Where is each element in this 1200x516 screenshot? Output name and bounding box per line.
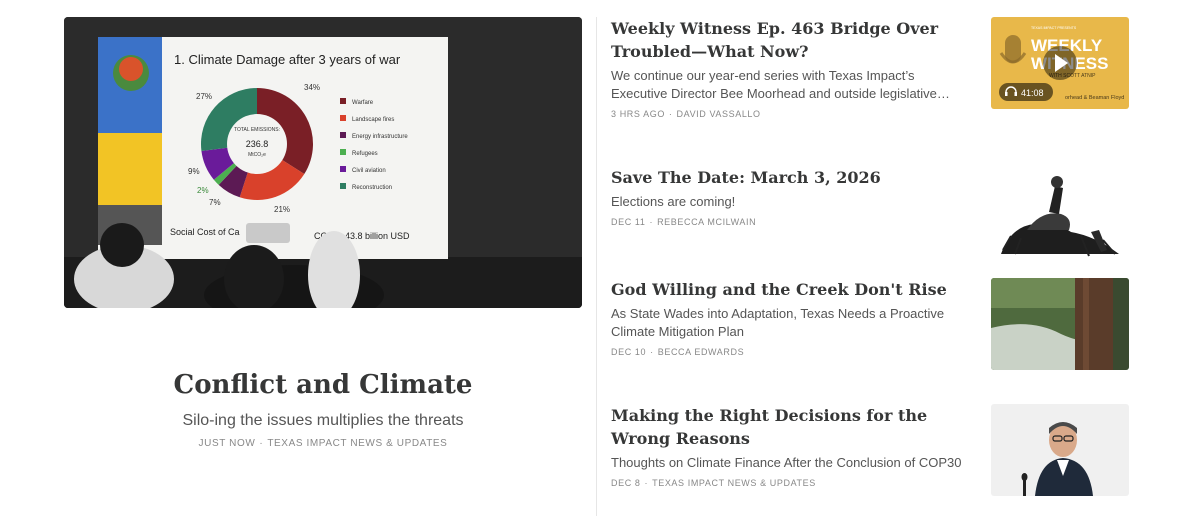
featured-post[interactable]: 1. Climate Damage after 3 years of war T…	[64, 17, 582, 449]
post-title[interactable]: Save The Date: March 3, 2026	[611, 166, 973, 189]
slide-footer: Social Cost of Ca	[170, 227, 240, 237]
pct-refugees: 2%	[197, 186, 209, 195]
meta-separator: ·	[259, 438, 264, 449]
legend-aviation: Civil aviation	[352, 168, 386, 174]
headphones-icon-left	[1005, 92, 1008, 96]
post-subtitle: As State Wades into Adaptation, Texas Ne…	[611, 306, 945, 339]
rider-head	[1051, 176, 1063, 188]
post-item[interactable]: Save The Date: March 3, 2026 Elections a…	[611, 166, 1129, 266]
legend-swatch-reconstruction	[340, 183, 346, 189]
donut-center-unit: MtCO₂e	[248, 152, 266, 158]
post-text: God Willing and the Creek Don't Rise As …	[611, 278, 973, 357]
post-meta: DEC 8 · TEXAS IMPACT NEWS & UPDATES	[611, 478, 973, 488]
post-meta: DEC 10 · BECCA EDWARDS	[611, 347, 973, 357]
legend-swatch-warfare	[340, 98, 346, 104]
pct-reconstruction: 27%	[196, 92, 212, 101]
tree-trunk	[1075, 278, 1113, 370]
post-subtitle: Elections are coming!	[611, 194, 736, 209]
post-item[interactable]: Weekly Witness Ep. 463 Bridge Over Troub…	[611, 17, 1129, 119]
right-foliage	[1113, 278, 1129, 370]
pct-fires: 21%	[274, 205, 290, 214]
tree-bark-highlight	[1083, 278, 1089, 370]
thumb-small-text: TEXAS IMPACT PRESENTS	[1031, 26, 1077, 30]
portrait-thumbnail[interactable]	[991, 404, 1129, 496]
featured-author[interactable]: TEXAS IMPACT NEWS & UPDATES	[267, 438, 447, 449]
meta-separator: ·	[644, 478, 649, 488]
legend-fires: Landscape fires	[352, 117, 394, 123]
featured-text: Conflict and Climate Silo-ing the issues…	[64, 368, 582, 449]
post-author[interactable]: TEXAS IMPACT NEWS & UPDATES	[652, 478, 816, 488]
thumb-bottom: orhead & Beaman Floyd	[1065, 95, 1124, 101]
meta-separator: ·	[650, 347, 654, 357]
post-author[interactable]: BECCA EDWARDS	[658, 347, 744, 357]
legend-swatch-fires	[340, 115, 346, 121]
featured-title[interactable]: Conflict and Climate	[64, 368, 582, 402]
post-item[interactable]: God Willing and the Creek Don't Rise As …	[611, 278, 1129, 378]
post-date: DEC 11	[611, 217, 646, 227]
featured-subtitle: Silo-ing the issues multiplies the threa…	[182, 412, 464, 429]
audience-hair-left	[100, 223, 144, 267]
legend-swatch-refugees	[340, 149, 346, 155]
featured-date: JUST NOW	[198, 438, 256, 449]
creek-thumbnail[interactable]	[991, 278, 1129, 370]
post-date: 3 HRS AGO	[611, 109, 665, 119]
engraving-thumbnail[interactable]	[991, 166, 1129, 258]
post-author[interactable]: DAVID VASSALLO	[677, 109, 761, 119]
column-divider	[596, 17, 597, 516]
featured-image[interactable]: 1. Climate Damage after 3 years of war T…	[64, 17, 582, 308]
post-text: Save The Date: March 3, 2026 Elections a…	[611, 166, 973, 227]
featured-meta: JUST NOW · TEXAS IMPACT NEWS & UPDATES	[64, 438, 582, 449]
post-title[interactable]: God Willing and the Creek Don't Rise	[611, 278, 973, 301]
legend-reconstruction: Reconstruction	[352, 185, 392, 191]
slide-logo-mark	[119, 57, 143, 81]
headphones-icon-right	[1014, 92, 1017, 96]
post-title[interactable]: Weekly Witness Ep. 463 Bridge Over Troub…	[611, 17, 973, 63]
pct-energy: 7%	[209, 198, 221, 207]
legend-energy: Energy infrastructure	[352, 134, 408, 140]
donut-center-label: TOTAL EMISSIONS:	[234, 127, 280, 133]
donut-center-value: 236.8	[246, 139, 269, 149]
post-text: Making the Right Decisions for the Wrong…	[611, 404, 973, 488]
post-subtitle: Thoughts on Climate Finance After the Co…	[611, 455, 962, 470]
flag-yellow	[98, 133, 162, 217]
slide-title: 1. Climate Damage after 3 years of war	[174, 52, 401, 67]
post-meta: DEC 11 · REBECCA MCILWAIN	[611, 217, 973, 227]
microphone-icon	[1021, 473, 1028, 481]
post-meta: 3 HRS AGO · DAVID VASSALLO	[611, 109, 973, 119]
legend-swatch-aviation	[340, 166, 346, 172]
podcast-thumbnail[interactable]: TEXAS IMPACT PRESENTS WEEKLY WITNESS WIT…	[991, 17, 1129, 109]
duration-text: 41:08	[1021, 88, 1044, 98]
meta-separator: ·	[649, 217, 654, 227]
meta-separator: ·	[668, 109, 673, 119]
legend-refugees: Refugees	[352, 151, 378, 157]
pct-warfare: 34%	[304, 83, 320, 92]
phone-in-hand	[246, 223, 290, 243]
post-text: Weekly Witness Ep. 463 Bridge Over Troub…	[611, 17, 973, 119]
post-author[interactable]: REBECCA MCILWAIN	[657, 217, 756, 227]
pct-aviation: 9%	[188, 167, 200, 176]
post-item[interactable]: Making the Right Decisions for the Wrong…	[611, 404, 1129, 504]
post-date: DEC 10	[611, 347, 647, 357]
post-title[interactable]: Making the Right Decisions for the Wrong…	[611, 404, 973, 450]
legend-swatch-energy	[340, 132, 346, 138]
post-date: DEC 8	[611, 478, 641, 488]
legend-warfare: Warfare	[352, 100, 374, 106]
post-subtitle: We continue our year-end series with Tex…	[611, 68, 950, 101]
